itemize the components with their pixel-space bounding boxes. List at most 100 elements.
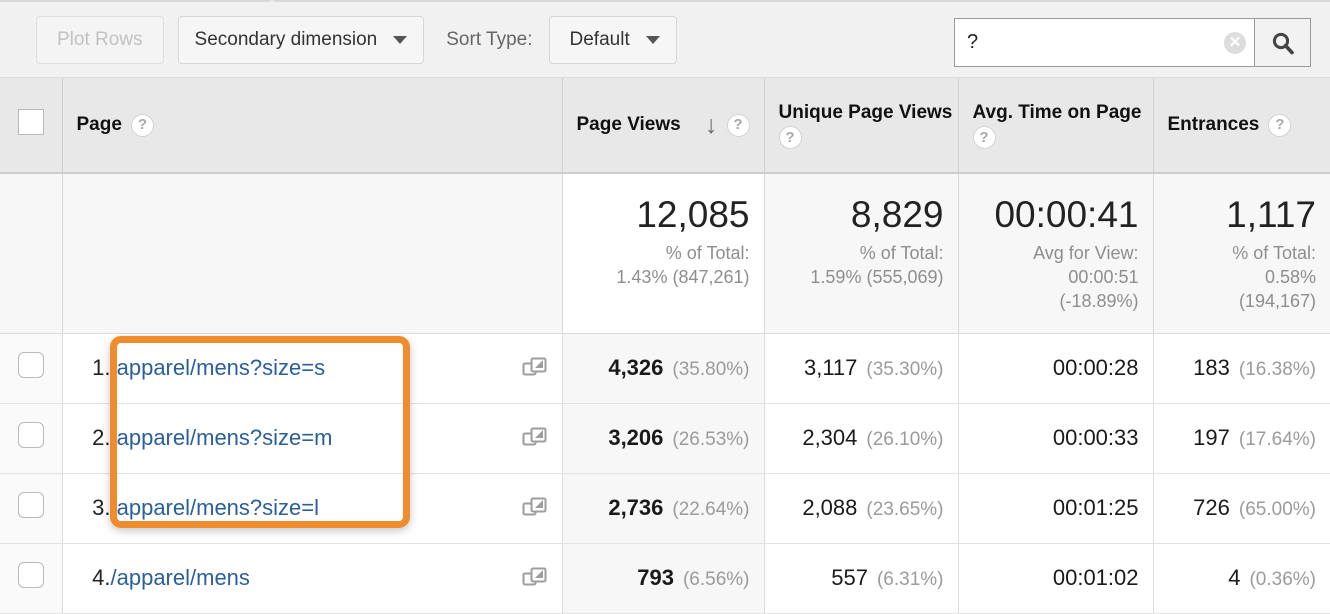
table-row: 3. /apparel/mens?size=l 2,736 (22.64%) 2,… [0, 473, 1330, 543]
summary-check-cell [0, 173, 62, 333]
row-entrances: 726 (65.00%) [1153, 473, 1330, 543]
toolbar-controls: Plot Rows Secondary dimension Sort Type:… [36, 16, 677, 64]
row-select-cell[interactable] [0, 403, 62, 473]
row-checkbox[interactable] [18, 422, 44, 448]
row-unique-page-views: 2,088(23.65%) [764, 473, 958, 543]
open-in-new-window-icon[interactable] [522, 426, 548, 450]
column-header-page[interactable]: Page ? [62, 78, 562, 173]
row-avg-time-on-page: 00:00:33 [958, 403, 1153, 473]
search-button[interactable] [1254, 18, 1311, 67]
page-link[interactable]: /apparel/mens [111, 565, 250, 591]
row-avg-time-on-page: 00:01:02 [958, 543, 1153, 613]
summary-row: 12,085 % of Total: 1.43% (847,261) 8,829… [0, 173, 1330, 333]
summary-avg-time-line2: 00:00:51 [973, 265, 1139, 289]
row-rank: 2. [77, 425, 111, 451]
row-page-views-value: 793 [637, 565, 674, 590]
summary-avg-time-on-page: 00:00:41 Avg for View: 00:00:51 (-18.89%… [958, 173, 1153, 333]
column-header-avg-time-on-page-label: Avg. Time on Page [973, 101, 1142, 125]
help-icon[interactable]: ? [131, 114, 154, 137]
row-entrances-pct: (0.36%) [1249, 569, 1316, 590]
help-icon[interactable]: ? [973, 126, 996, 149]
row-entrances: 183 (16.38%) [1153, 333, 1330, 403]
column-header-page-views[interactable]: Page Views ↓ ? [562, 78, 764, 173]
summary-page-views: 12,085 % of Total: 1.43% (847,261) [562, 173, 764, 333]
arrow-down-icon[interactable]: ↓ [705, 113, 718, 138]
row-unique-page-views: 2,304(26.10%) [764, 403, 958, 473]
help-icon[interactable]: ? [1268, 114, 1291, 137]
row-page-cell: 3. /apparel/mens?size=l [62, 473, 562, 543]
row-page-cell: 2. /apparel/mens?size=m [62, 403, 562, 473]
row-checkbox[interactable] [18, 492, 44, 518]
row-unique-page-views-pct: (23.65%) [866, 499, 943, 520]
secondary-dimension-dropdown[interactable]: Secondary dimension [178, 16, 425, 64]
table-toolbar: Plot Rows Secondary dimension Sort Type:… [0, 0, 1330, 78]
table-header: Page ? Page Views ↓ ? Unique Page Views … [0, 78, 1330, 173]
summary-unique-page-views-line1: % of Total: [779, 241, 944, 265]
column-header-avg-time-on-page[interactable]: Avg. Time on Page ? [958, 78, 1153, 173]
sort-type-dropdown[interactable]: Default [549, 16, 677, 64]
row-page-views-pct: (22.64%) [672, 499, 749, 520]
plot-rows-label: Plot Rows [57, 29, 143, 51]
summary-page-views-line1: % of Total: [577, 241, 750, 265]
help-icon[interactable]: ? [779, 126, 802, 149]
summary-unique-page-views: 8,829 % of Total: 1.59% (555,069) [764, 173, 958, 333]
summary-unique-page-views-value: 8,829 [779, 196, 944, 235]
summary-entrances-line3: (194,167) [1168, 289, 1317, 313]
summary-page-views-value: 12,085 [577, 196, 750, 235]
row-rank: 3. [77, 495, 111, 521]
row-unique-page-views: 557(6.31%) [764, 543, 958, 613]
column-header-entrances[interactable]: Entrances ? [1153, 78, 1330, 173]
summary-avg-time-line1: Avg for View: [973, 241, 1139, 265]
help-icon[interactable]: ? [727, 114, 750, 137]
row-entrances-value: 726 [1193, 495, 1230, 520]
row-page-views: 3,206 (26.53%) [562, 403, 764, 473]
row-entrances-pct: (16.38%) [1239, 359, 1316, 380]
select-all-header[interactable] [0, 78, 62, 173]
summary-entrances-value: 1,117 [1168, 196, 1317, 235]
row-page-views-value: 3,206 [608, 425, 663, 450]
column-header-unique-page-views[interactable]: Unique Page Views ? [764, 78, 958, 173]
row-entrances-pct: (17.64%) [1239, 429, 1316, 450]
row-unique-page-views: 3,117(35.30%) [764, 333, 958, 403]
open-in-new-window-icon[interactable] [522, 566, 548, 590]
pages-table: Page ? Page Views ↓ ? Unique Page Views … [0, 78, 1330, 614]
row-entrances-value: 4 [1228, 565, 1240, 590]
row-checkbox[interactable] [18, 562, 44, 588]
open-in-new-window-icon[interactable] [522, 356, 548, 380]
row-entrances: 4 (0.36%) [1153, 543, 1330, 613]
summary-entrances-line1: % of Total: [1168, 241, 1317, 265]
analytics-pages-report: Plot Rows Secondary dimension Sort Type:… [0, 0, 1330, 614]
plot-rows-button[interactable]: Plot Rows [36, 16, 164, 64]
select-all-checkbox[interactable] [18, 109, 44, 135]
row-page-views-pct: (26.53%) [672, 429, 749, 450]
row-select-cell[interactable] [0, 473, 62, 543]
page-link[interactable]: /apparel/mens?size=s [111, 355, 326, 381]
table-row: 2. /apparel/mens?size=m 3,206 (26.53%) 2,… [0, 403, 1330, 473]
row-page-views-value: 2,736 [608, 495, 663, 520]
row-page-views: 4,326(35.80%) [562, 333, 764, 403]
search-field[interactable]: ✕ [954, 18, 1254, 67]
row-checkbox[interactable] [18, 352, 44, 378]
clear-icon[interactable]: ✕ [1224, 32, 1246, 54]
row-select-cell[interactable] [0, 543, 62, 613]
row-rank: 4. [77, 565, 111, 591]
table-row: 4. /apparel/mens 793 (6.56%) 557(6.31%) [0, 543, 1330, 613]
row-page-views-value: 4,326 [608, 355, 663, 380]
toolbar-notch [258, 0, 286, 9]
row-page-views: 793 (6.56%) [562, 543, 764, 613]
chevron-down-icon [393, 36, 407, 44]
search-input[interactable] [955, 19, 1254, 66]
row-entrances-value: 183 [1193, 355, 1230, 380]
secondary-dimension-label: Secondary dimension [195, 29, 378, 51]
page-link[interactable]: /apparel/mens?size=l [111, 495, 320, 521]
row-select-cell[interactable] [0, 333, 62, 403]
row-page-views: 2,736 (22.64%) [562, 473, 764, 543]
search-icon [1270, 30, 1296, 56]
open-in-new-window-icon[interactable] [522, 496, 548, 520]
column-header-page-views-label: Page Views [577, 113, 681, 137]
table-header-row: Page ? Page Views ↓ ? Unique Page Views … [0, 78, 1330, 173]
page-link[interactable]: /apparel/mens?size=m [111, 425, 333, 451]
row-unique-page-views-value: 557 [831, 565, 868, 590]
row-page-views-pct: (6.56%) [683, 569, 750, 590]
row-entrances-pct: (65.00%) [1239, 499, 1316, 520]
